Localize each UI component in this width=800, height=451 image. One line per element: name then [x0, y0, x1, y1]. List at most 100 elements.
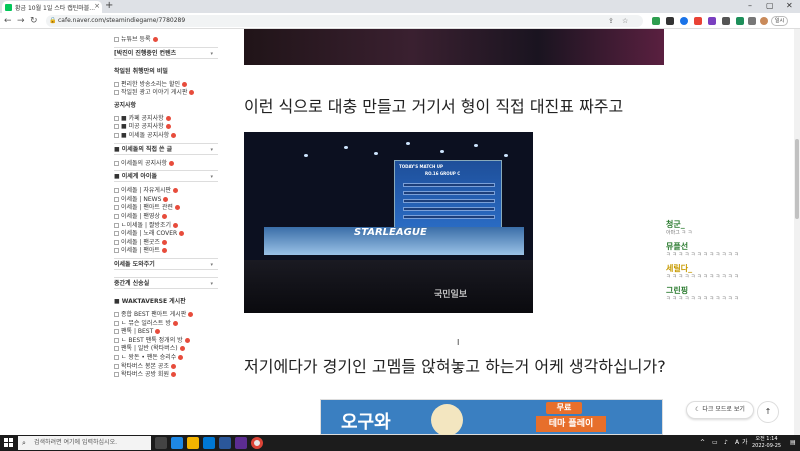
chat-message: ㅋ ㅋ ㅋ ㅋ ㅋ ㅋ ㅋ ㅋ ㅋ ㅋ ㅋ ㅋ [666, 252, 739, 258]
browser-tab-strip: 황금 10월 1일 스타 캡틴마블... × + – ▢ ✕ [0, 0, 800, 13]
tab-title: 황금 10월 1일 스타 캡틴마블... [15, 4, 96, 12]
extension-icon[interactable] [694, 17, 702, 25]
sidebar-item[interactable]: 이세돌 | 팬아트 [114, 246, 167, 255]
extension-icon[interactable] [666, 17, 674, 25]
bookmark-star-icon[interactable]: ☆ [622, 15, 628, 27]
windows-start-icon[interactable] [4, 438, 14, 448]
extension-icon[interactable] [722, 17, 730, 25]
sidebar-item-label: 왁타버스 공방 회원 [121, 371, 169, 379]
share-icon[interactable]: ⇪ [608, 15, 614, 27]
sidebar-section[interactable]: 이세돌 도와주기 ▾ [114, 258, 218, 270]
back-icon[interactable]: ← [4, 15, 12, 27]
chevron-down-icon[interactable]: ▾ [210, 48, 213, 60]
puzzle-icon[interactable] [748, 17, 756, 25]
board-icon [114, 312, 119, 317]
board-icon [114, 81, 119, 87]
notification-icon[interactable]: ▤ [790, 437, 796, 449]
maximize-icon[interactable]: ▢ [766, 0, 774, 12]
app-icon[interactable] [219, 437, 231, 449]
sidebar-section[interactable]: ■ 이세돌의 직접 쓴 글 ▾ [114, 142, 218, 156]
ime-lang[interactable]: A [735, 437, 739, 449]
sidebar-heading[interactable]: ■ WAKTAVERSE 게시판 [114, 297, 186, 306]
taskbar-search-input[interactable]: ⌕ 검색하려면 여기에 입력하십시오. [18, 436, 151, 450]
board-icon [114, 214, 119, 219]
volume-icon[interactable]: ♪ [724, 437, 728, 449]
board-icon [114, 90, 119, 96]
sidebar-item-label: 편리한 방송소리는 할인 [121, 80, 181, 88]
extension-icon[interactable] [652, 17, 660, 25]
scroll-top-button[interactable]: ↑ [757, 401, 779, 423]
chevron-down-icon[interactable]: ▾ [210, 278, 213, 290]
chevron-down-icon[interactable]: ▾ [210, 144, 213, 156]
extension-icon[interactable] [680, 17, 688, 25]
sidebar-item[interactable]: 작일된 광고 이야기 게시판 [114, 88, 195, 97]
url-text: cafe.naver.com/steamindiegame/7780289 [58, 17, 186, 24]
new-badge-icon [161, 239, 167, 245]
sidebar-section[interactable]: ■ 이세계 아이돌 ▾ [114, 170, 218, 183]
lock-icon: 🔒 [49, 17, 57, 24]
scrollbar-thumb[interactable] [795, 139, 799, 219]
dark-mode-button[interactable]: ☾ 다크 모드로 보기 [686, 401, 754, 419]
taskbar-clock[interactable]: 오전 1:14 2022-09-25 [752, 436, 781, 450]
store-icon[interactable] [203, 437, 215, 449]
chat-message: ㅋ ㅋ ㅋ ㅋ ㅋ ㅋ ㅋ ㅋ ㅋ ㅋ ㅋ ㅋ [666, 274, 739, 280]
sidebar-item-label: 이세돌 | 노래 COVER [121, 230, 178, 238]
new-badge-icon [182, 81, 188, 87]
sidebar-item[interactable]: 이세돌의 공지사항 [114, 159, 175, 168]
chrome-icon[interactable] [251, 437, 263, 449]
chevron-down-icon[interactable]: ▾ [210, 259, 213, 271]
ad-badge: 테마 플레이 [536, 416, 606, 432]
sidebar-section[interactable]: [박진이 진행중인 컨텐츠 ▾ [114, 46, 218, 60]
sidebar-item-label: 이세돌 | 팬아트 [121, 247, 160, 255]
sidebar-item-label: 팬톡 | BEST [121, 328, 154, 336]
extension-icon[interactable] [736, 17, 744, 25]
clock-date: 2022-09-25 [752, 443, 782, 449]
post-body: 이런 식으로 대충 만들고 거기서 형이 직접 대진표 짜주고 TODAY'S … [244, 29, 666, 435]
forward-icon[interactable]: → [17, 15, 25, 27]
address-bar[interactable]: 🔒 cafe.naver.com/steamindiegame/7780289 … [46, 15, 643, 27]
cafe-sidebar-menu: 뉴튜브 등록 [박진이 진행중인 컨텐츠 ▾ 착일된 취행만의 비밀편리한 방송소리는… [114, 29, 218, 435]
board-icon [114, 355, 119, 360]
tray-arrow-icon[interactable]: ^ [700, 437, 705, 449]
sidebar-item[interactable]: 왁타버스 공방 회원 [114, 370, 176, 379]
sidebar-item[interactable]: 뉴튜브 등록 [114, 35, 158, 44]
page-scrollbar[interactable] [794, 29, 800, 435]
app-icon[interactable] [235, 437, 247, 449]
new-badge-icon [171, 133, 177, 138]
new-badge-icon [173, 188, 178, 194]
sidebar-item-label: 이세돌 | 팬영상 [121, 213, 160, 220]
edge-icon[interactable] [171, 437, 183, 449]
sidebar-section-label: 중간계 신송실 [114, 280, 150, 287]
board-icon [114, 222, 119, 228]
new-badge-icon [170, 363, 176, 369]
network-icon[interactable]: ▭ [712, 437, 718, 449]
chevron-down-icon[interactable]: ▾ [210, 171, 213, 183]
sidebar-item-label: 뉴튜브 등록 [121, 36, 151, 43]
file-explorer-icon[interactable] [187, 437, 199, 449]
sidebar-item-label: 이세돌의 공지사항 [121, 159, 168, 167]
new-badge-icon [179, 346, 185, 352]
sidebar-heading[interactable]: 공지사항 [114, 101, 136, 110]
board-icon [114, 37, 119, 42]
sidebar-item-label: ㄴ 왕돈 • 팬돈 승리수 [121, 354, 177, 361]
sidebar-section-label: [박진이 진행중인 컨텐츠 [114, 49, 177, 57]
window-close-icon[interactable]: ✕ [786, 0, 793, 12]
audience [244, 260, 533, 313]
sidebar-section[interactable]: 중간계 신송실 ▾ [114, 277, 218, 289]
board-icon [114, 372, 119, 378]
sidebar-heading[interactable]: 착일된 취행만의 비밀 [114, 67, 168, 76]
tab-close-icon[interactable]: × [94, 2, 100, 10]
clock-time: 오전 1:14 [755, 436, 778, 442]
avatar[interactable] [760, 17, 768, 25]
sidebar-item[interactable]: ■ 이세돌 공지사항 [114, 131, 177, 140]
ime-mode[interactable]: 가 [742, 437, 748, 449]
extension-icon[interactable] [708, 17, 716, 25]
mouse-cursor-icon: I [457, 338, 460, 347]
new-tab-icon[interactable]: + [105, 0, 113, 12]
dark-mode-label: 다크 모드로 보기 [702, 406, 745, 413]
reload-icon[interactable]: ↻ [30, 15, 38, 27]
profile-button[interactable]: 일시 [771, 16, 788, 26]
minimize-icon[interactable]: – [748, 0, 752, 12]
browser-tab[interactable]: 황금 10월 1일 스타 캡틴마블... × [2, 1, 102, 13]
task-view-icon[interactable] [155, 437, 167, 449]
